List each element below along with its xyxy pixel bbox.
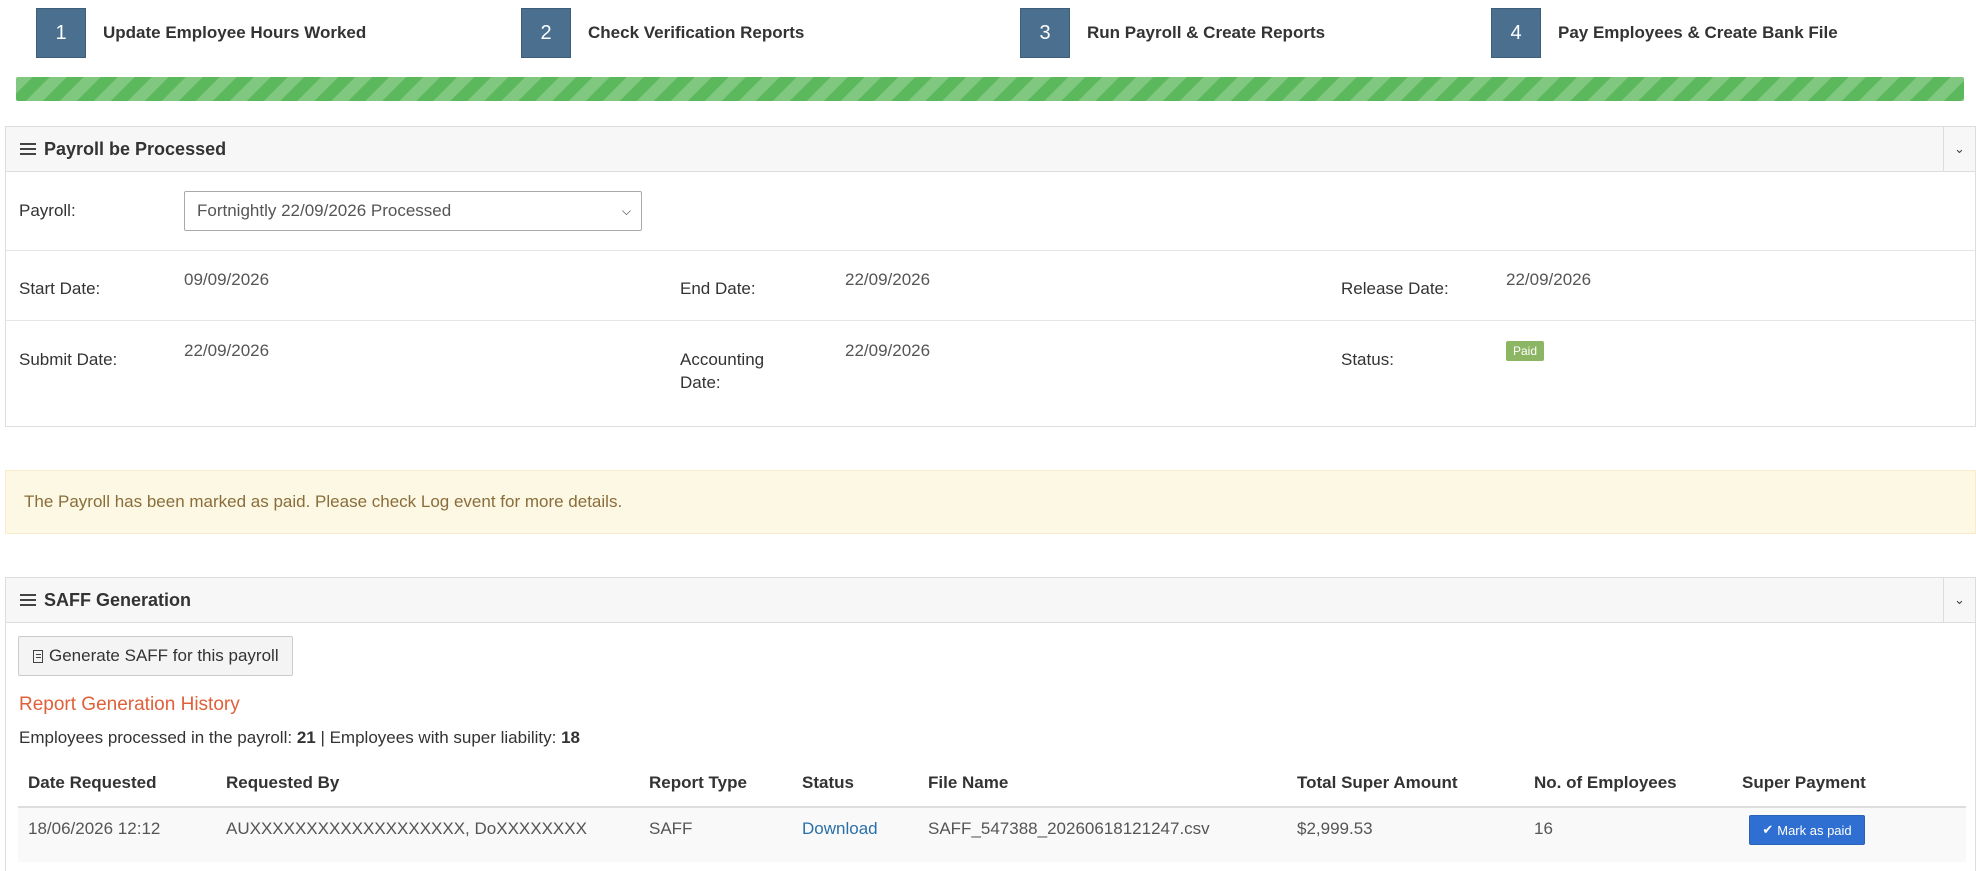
saff-panel: SAFF Generation ⌄ Generate SAFF for this… <box>5 577 1976 871</box>
column-header-status: Status <box>802 773 854 792</box>
progress-bar <box>16 77 1964 101</box>
cell-num-employees: 16 <box>1534 819 1553 838</box>
divider <box>6 250 1975 251</box>
column-header-date-requested: Date Requested <box>28 773 157 792</box>
payroll-label: Payroll: <box>19 201 76 220</box>
menu-icon <box>20 593 36 607</box>
release-date-label: Release Date: <box>1341 279 1449 298</box>
summary-mid: | Employees with super liability: <box>315 728 562 747</box>
column-header-file-name: File Name <box>928 773 1009 792</box>
step-3[interactable]: 3 Run Payroll & Create Reports <box>1020 8 1325 58</box>
report-history-title: Report Generation History <box>19 694 240 715</box>
payroll-select[interactable]: Fortnightly 22/09/2026 Processed ⌵ <box>184 191 642 231</box>
payroll-panel: Payroll be Processed ⌄ Payroll: Fortnigh… <box>5 126 1976 427</box>
employees-super-count: 18 <box>561 728 581 747</box>
alert-text: The Payroll has been marked as paid. Ple… <box>24 492 623 511</box>
accounting-date-label-line2: Date: <box>680 373 721 392</box>
step-4[interactable]: 4 Pay Employees & Create Bank File <box>1491 8 1838 58</box>
status-badge: Paid <box>1506 341 1545 361</box>
chevron-down-icon: ⌄ <box>1954 591 1965 607</box>
summary-prefix: Employees processed in the payroll: <box>19 728 297 747</box>
column-header-num-employees: No. of Employees <box>1534 773 1677 792</box>
generate-saff-button[interactable]: Generate SAFF for this payroll <box>18 636 293 676</box>
file-icon <box>33 649 43 663</box>
step-1[interactable]: 1 Update Employee Hours Worked <box>36 8 366 58</box>
column-header-total-super: Total Super Amount <box>1297 773 1458 792</box>
step-label: Update Employee Hours Worked <box>103 23 367 42</box>
status-label: Status: <box>1341 350 1394 369</box>
collapse-button[interactable]: ⌄ <box>1943 577 1975 622</box>
check-icon: ✔ <box>1762 822 1774 837</box>
mark-as-paid-button[interactable]: ✔ Mark as paid <box>1749 815 1865 845</box>
step-2[interactable]: 2 Check Verification Reports <box>521 8 804 58</box>
paid-alert: The Payroll has been marked as paid. Ple… <box>5 470 1976 534</box>
cell-total-super: $2,999.53 <box>1297 819 1373 838</box>
divider <box>6 320 1975 321</box>
step-number: 2 <box>521 8 571 58</box>
panel-title: SAFF Generation <box>44 589 192 610</box>
generate-saff-label: Generate SAFF for this payroll <box>49 646 279 665</box>
end-date-value: 22/09/2026 <box>845 270 931 289</box>
step-number: 4 <box>1491 8 1541 58</box>
column-header-report-type: Report Type <box>649 773 747 792</box>
step-number: 1 <box>36 8 86 58</box>
employees-processed-count: 21 <box>296 728 316 747</box>
step-number: 3 <box>1020 8 1070 58</box>
panel-heading: Payroll be Processed ⌄ <box>6 126 1975 172</box>
release-date-value: 22/09/2026 <box>1506 270 1592 289</box>
download-link[interactable]: Download <box>802 819 878 839</box>
panel-heading: SAFF Generation ⌄ <box>6 577 1975 623</box>
step-label: Run Payroll & Create Reports <box>1087 23 1326 42</box>
step-label: Pay Employees & Create Bank File <box>1558 23 1838 42</box>
submit-date-label: Submit Date: <box>19 350 118 369</box>
end-date-label: End Date: <box>680 279 756 298</box>
step-label: Check Verification Reports <box>588 23 805 42</box>
menu-icon <box>20 142 36 156</box>
start-date-label: Start Date: <box>19 279 101 298</box>
employee-summary: Employees processed in the payroll: 21 |… <box>19 728 580 748</box>
collapse-button[interactable]: ⌄ <box>1943 126 1975 171</box>
start-date-value: 09/09/2026 <box>184 270 270 289</box>
panel-title: Payroll be Processed <box>44 138 227 159</box>
cell-date-requested: 18/06/2026 12:12 <box>28 819 161 838</box>
column-header-requested-by: Requested By <box>226 773 340 792</box>
accounting-date-label-line1: Accounting <box>680 350 765 369</box>
column-header-super-payment: Super Payment <box>1742 773 1866 792</box>
chevron-down-icon: ⌵ <box>621 204 631 218</box>
mark-as-paid-label: Mark as paid <box>1777 822 1852 838</box>
accounting-date-value: 22/09/2026 <box>845 341 931 360</box>
submit-date-value: 22/09/2026 <box>184 341 270 360</box>
chevron-down-icon: ⌄ <box>1954 140 1965 156</box>
wizard-steps: 1 Update Employee Hours Worked 2 Check V… <box>0 0 1976 66</box>
payroll-select-value: Fortnightly 22/09/2026 Processed <box>197 201 452 220</box>
cell-requested-by: AUXXXXXXXXXXXXXXXXXXX, DoXXXXXXXX <box>226 819 587 838</box>
cell-file-name: SAFF_547388_20260618121247.csv <box>928 819 1210 838</box>
cell-report-type: SAFF <box>649 819 693 838</box>
